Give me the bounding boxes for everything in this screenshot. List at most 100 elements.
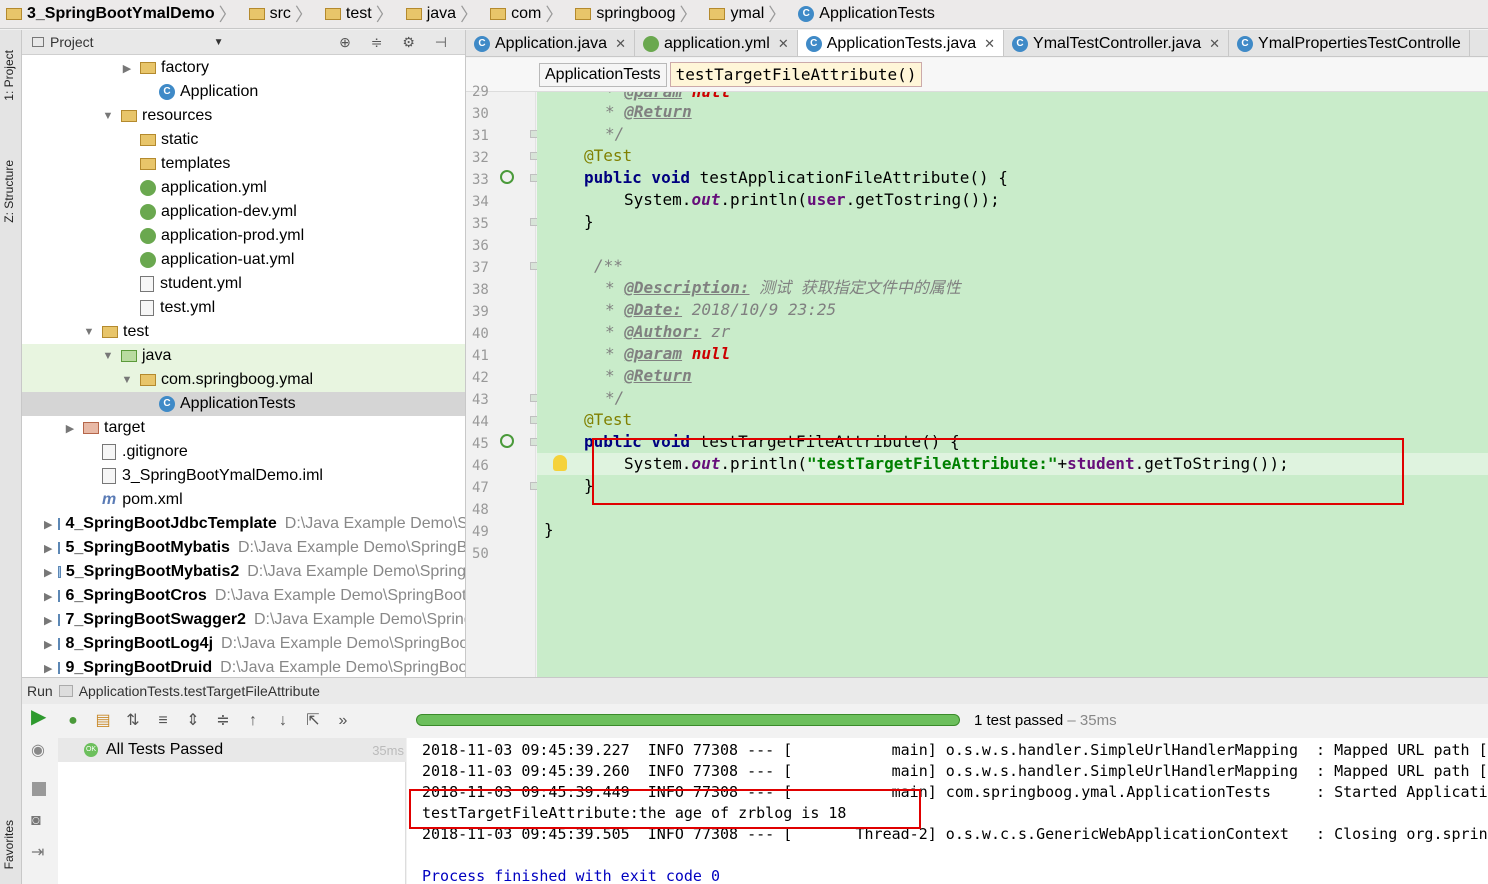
stop-icon[interactable] <box>32 782 46 796</box>
package-icon <box>490 8 507 20</box>
expand-arrow-icon[interactable]: ▶ <box>44 662 52 675</box>
expand-arrow-icon[interactable]: ▶ <box>44 638 52 651</box>
project-tool-tab[interactable]: 1: Project <box>2 50 16 101</box>
tree-item[interactable]: ▶ 5_SpringBootMybatis2 D:\Java Example Dem… <box>22 560 465 584</box>
breadcrumb-item[interactable]: springboog 〉 <box>575 1 709 27</box>
favorites-tool-tab[interactable]: Favorites <box>2 820 16 869</box>
tree-item[interactable]: test.yml <box>22 296 465 320</box>
tree-item[interactable]: templates <box>22 152 465 176</box>
run-test-icon[interactable] <box>500 170 514 184</box>
close-icon[interactable]: ✕ <box>615 36 626 52</box>
tree-item[interactable]: ▶ 8_SpringBootLog4j D:\Java Example Demo\S… <box>22 632 465 656</box>
breadcrumb-label: 3_SpringBootYmalDemo <box>27 5 215 22</box>
tree-item[interactable]: ▼ java <box>22 344 465 368</box>
test-tree-root-label: All Tests Passed <box>106 741 224 758</box>
chevron-down-icon[interactable]: ▼ <box>214 37 224 48</box>
previous-test-icon[interactable]: ↑ <box>242 710 264 732</box>
expand-arrow-icon[interactable]: ▼ <box>101 350 115 362</box>
collapse-all-icon[interactable]: ≑ <box>212 710 234 732</box>
ignored-filter-icon[interactable]: ▤ <box>92 710 114 732</box>
breadcrumb-item[interactable]: 3_SpringBootYmalDemo 〉 <box>6 1 249 27</box>
breadcrumb-label: ymal <box>730 5 765 22</box>
tree-item[interactable]: application-prod.yml <box>22 224 465 248</box>
close-icon[interactable]: ✕ <box>778 36 789 52</box>
expand-arrow-icon[interactable]: ▶ <box>63 422 77 435</box>
project-panel-tools[interactable]: ⊕ ≑ ⚙ ⊣ <box>339 34 455 51</box>
rerun-failed-icon[interactable]: ◉ <box>31 740 45 760</box>
expand-arrow-icon[interactable]: ▶ <box>44 518 52 531</box>
tree-item[interactable]: ▼ com.springboog.ymal <box>22 368 465 392</box>
editor-tab[interactable]: C ApplicationTests.java ✕ <box>797 30 1005 56</box>
code-line: /** <box>594 256 623 275</box>
class-icon: C <box>798 6 815 22</box>
passed-filter-icon[interactable]: ● <box>62 710 84 732</box>
code-breadcrumb-class[interactable]: ApplicationTests <box>539 62 667 87</box>
tree-item[interactable]: C Application <box>22 80 465 104</box>
close-icon[interactable]: ✕ <box>984 36 995 52</box>
tree-item[interactable]: ▼ resources <box>22 104 465 128</box>
lightbulb-icon[interactable] <box>553 455 567 471</box>
expand-arrow-icon[interactable]: ▶ <box>120 62 134 75</box>
expand-arrow-icon[interactable]: ▼ <box>82 326 96 338</box>
expand-all-icon[interactable]: ⇕ <box>182 710 204 732</box>
sort-alpha-icon[interactable]: ⇅ <box>122 710 144 732</box>
tree-item[interactable]: application-dev.yml <box>22 200 465 224</box>
tree-item[interactable]: ▶ target <box>22 416 465 440</box>
expand-arrow-icon[interactable]: ▶ <box>44 566 52 579</box>
breadcrumb-item[interactable]: C ApplicationTests <box>798 5 941 23</box>
editor-tab[interactable]: application.yml ✕ <box>635 30 798 56</box>
more-icon[interactable]: » <box>332 710 354 732</box>
tree-item[interactable]: student.yml <box>22 272 465 296</box>
export-icon[interactable]: ⇱ <box>302 710 324 732</box>
editor-tab[interactable]: C YmalPropertiesTestControlle <box>1229 30 1470 56</box>
breadcrumb-item[interactable]: ymal 〉 <box>709 1 798 27</box>
tree-item[interactable]: ▶ 4_SpringBootJdbcTemplate D:\Java Example… <box>22 512 465 536</box>
editor-tab[interactable]: C Application.java ✕ <box>466 30 635 56</box>
breadcrumb-item[interactable]: src 〉 <box>248 1 325 27</box>
run-panel-title[interactable]: Run <box>27 683 53 699</box>
expand-arrow-icon[interactable]: ▶ <box>44 614 52 627</box>
import-icon[interactable]: ⇥ <box>31 842 44 862</box>
test-tree-root[interactable]: OK All Tests Passed 35ms <box>58 738 406 762</box>
rerun-icon[interactable]: ▶ <box>31 704 46 729</box>
code-token: null <box>691 344 731 363</box>
sort-duration-icon[interactable]: ≡ <box>152 710 174 732</box>
editor-tab[interactable]: C YmalTestController.java ✕ <box>1004 30 1230 56</box>
tree-item[interactable]: .gitignore <box>22 440 465 464</box>
code-breadcrumb-method[interactable]: testTargetFileAttribute() <box>669 62 923 87</box>
expand-arrow-icon[interactable]: ▼ <box>120 374 134 386</box>
code-token: .println( <box>720 190 808 209</box>
camera-icon[interactable]: ◙ <box>31 812 41 830</box>
breadcrumb-item[interactable]: test 〉 <box>324 1 406 27</box>
tree-item-label: application-prod.yml <box>161 227 305 244</box>
breadcrumb-item[interactable]: java 〉 <box>405 1 490 27</box>
tree-item[interactable]: ▶ factory <box>22 56 465 80</box>
tree-item[interactable]: 3_SpringBootYmalDemo.iml <box>22 464 465 488</box>
breadcrumb-item[interactable]: com 〉 <box>490 1 575 27</box>
expand-arrow-icon[interactable]: ▶ <box>44 590 52 603</box>
run-config-name[interactable]: ApplicationTests.testTargetFileAttribute <box>79 683 320 699</box>
tree-item[interactable]: application-uat.yml <box>22 248 465 272</box>
tree-item[interactable]: ▼ test <box>22 320 465 344</box>
tree-item[interactable]: ▶ 9_SpringBootDruid D:\Java Example Demo\S… <box>22 656 465 677</box>
code-editor[interactable]: * @param null * @Return */ @Test public … <box>537 92 1488 677</box>
tree-item[interactable]: m pom.xml <box>22 488 465 512</box>
run-test-icon[interactable] <box>500 434 514 448</box>
tree-item[interactable]: static <box>22 128 465 152</box>
tree-item[interactable]: ▶ 5_SpringBootMybatis D:\Java Example Demo… <box>22 536 465 560</box>
test-tree: OK All Tests Passed 35ms <box>58 738 406 884</box>
tree-item[interactable]: ▶ 7_SpringBootSwagger2 D:\Java Example Dem… <box>22 608 465 632</box>
close-icon[interactable]: ✕ <box>1209 36 1220 52</box>
tree-item[interactable]: ▶ 6_SpringBootCros D:\Java Example Demo\Sp… <box>22 584 465 608</box>
highlight-box-code <box>592 438 1404 505</box>
tree-item[interactable]: application.yml <box>22 176 465 200</box>
structure-tool-tab[interactable]: Z: Structure <box>2 160 16 223</box>
editor-tabs: C Application.java ✕ application.yml ✕ C Appli… <box>466 30 1488 57</box>
expand-arrow-icon[interactable]: ▶ <box>44 542 52 555</box>
next-test-icon[interactable]: ↓ <box>272 710 294 732</box>
project-panel-title[interactable]: Project <box>50 34 94 50</box>
tree-item[interactable]: C ApplicationTests <box>22 392 465 416</box>
tree-item-label: com.springboog.ymal <box>161 371 314 388</box>
expand-arrow-icon[interactable]: ▼ <box>101 110 115 122</box>
module-icon <box>58 638 61 650</box>
